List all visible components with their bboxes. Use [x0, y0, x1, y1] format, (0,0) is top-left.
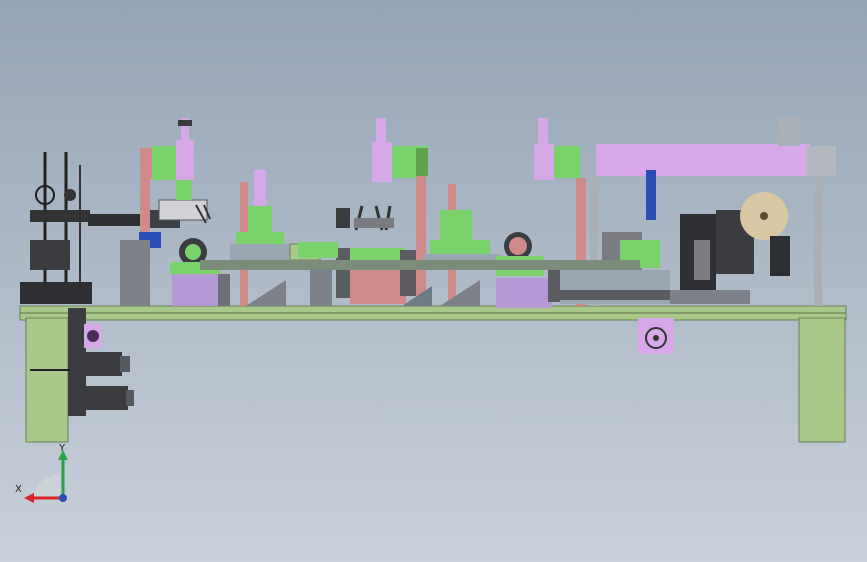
table-leg-right: [798, 317, 846, 443]
x-axis-label: X: [15, 484, 22, 495]
cylinder-block-3: [554, 146, 580, 178]
table-leg-left: [25, 317, 69, 443]
cad-viewport[interactable]: X Y: [0, 0, 867, 562]
motor-lower: [82, 386, 128, 410]
z-axis-dot: [59, 494, 67, 502]
motor-upper: [82, 352, 122, 376]
conveyor-rail: [200, 260, 640, 270]
column-2: [416, 176, 426, 296]
y-axis-label: Y: [59, 443, 66, 454]
right-gearbox: [638, 318, 674, 354]
reel-base: [20, 282, 92, 304]
reel-bar: [30, 210, 90, 222]
assembly-drawing: [0, 0, 867, 562]
motor-purple-3: [496, 278, 552, 308]
overhead-beam: [596, 144, 810, 176]
